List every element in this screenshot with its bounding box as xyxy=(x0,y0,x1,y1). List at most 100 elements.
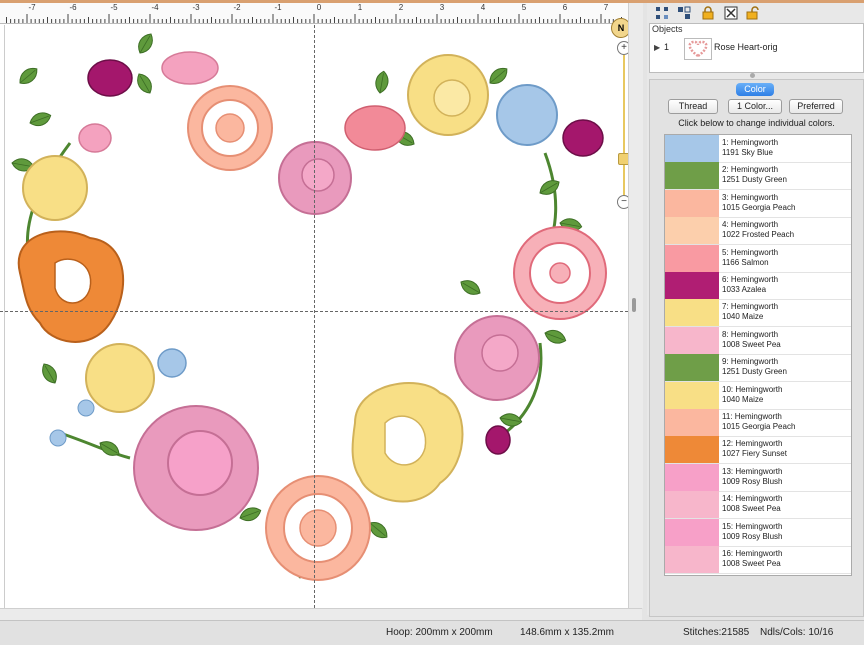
expand-arrow-icon[interactable]: ▶ xyxy=(654,43,660,52)
color-number-brand: 8: Hemingworth xyxy=(722,329,779,339)
color-thread-name: 1009 Rosy Blush xyxy=(722,476,783,486)
ruler-label: -7 xyxy=(28,3,36,12)
color-swatch[interactable] xyxy=(665,272,719,299)
color-thread-name: 1015 Georgia Peach xyxy=(722,202,796,212)
color-thread-name: 1008 Sweet Pea xyxy=(722,339,781,349)
color-number-brand: 1: Hemingworth xyxy=(722,138,779,147)
hoop-size: Hoop: 200mm x 200mm xyxy=(386,627,493,638)
object-row[interactable]: ▶ 1 Rose Heart-orig xyxy=(650,37,863,60)
color-row[interactable]: 2: Hemingworth 1251 Dusty Green xyxy=(665,162,851,191)
zoom-in-icon[interactable]: + xyxy=(617,41,628,55)
color-row[interactable]: 7: Hemingworth 1040 Maize xyxy=(665,299,851,328)
color-number-brand: 10: Hemingworth xyxy=(722,384,783,394)
color-label: 14: Hemingworth 1008 Sweet Pea xyxy=(722,494,782,514)
color-thread-name: 1033 Azalea xyxy=(722,285,767,294)
color-swatch[interactable] xyxy=(665,299,719,327)
color-swatch[interactable] xyxy=(665,162,719,190)
one-color-button[interactable]: 1 Color... xyxy=(728,99,782,114)
color-panel: Color Thread 1 Color... Preferred Click … xyxy=(649,79,864,617)
color-label: 9: Hemingworth 1251 Dusty Green xyxy=(722,357,787,377)
color-label: 13: Hemingworth 1009 Rosy Blush xyxy=(722,467,782,487)
objects-list: Objects ▶ 1 Rose Heart-orig xyxy=(649,23,864,73)
color-number-brand: 4: Hemingworth xyxy=(722,220,779,230)
ruler-label: -6 xyxy=(69,3,77,12)
color-swatch[interactable] xyxy=(665,436,719,464)
compass-north-icon[interactable]: N xyxy=(611,18,628,38)
color-swatch[interactable] xyxy=(665,189,719,217)
ruler-label: 3 xyxy=(439,3,445,12)
zoom-track xyxy=(623,55,625,199)
color-label: 8: Hemingworth 1008 Sweet Pea xyxy=(722,330,781,350)
ruler-label: -3 xyxy=(192,3,200,12)
color-thread-name: 1008 Sweet Pea xyxy=(722,559,781,568)
color-row[interactable]: 6: Hemingworth 1033 Azalea xyxy=(665,272,851,300)
ruler-label: -2 xyxy=(233,3,241,12)
color-swatch[interactable] xyxy=(665,244,719,272)
color-list[interactable]: 1: Hemingworth 1191 Sky Blue 2: Hemingwort… xyxy=(664,134,852,576)
color-row[interactable]: 11: Hemingworth 1015 Georgia Peach xyxy=(665,409,851,437)
hoop-edge-line xyxy=(4,25,5,608)
color-thread-name: 1027 Fiery Sunset xyxy=(722,449,787,459)
color-thread-name: 1022 Frosted Peach xyxy=(722,230,795,240)
color-row[interactable]: 9: Hemingworth 1251 Dusty Green xyxy=(665,354,851,383)
color-number-brand: 12: Hemingworth xyxy=(722,439,783,449)
ruler-label: 0 xyxy=(316,3,322,12)
color-row[interactable]: 1: Hemingworth 1191 Sky Blue xyxy=(665,135,851,163)
color-row[interactable]: 13: Hemingworth 1009 Rosy Blush xyxy=(665,463,851,492)
delete-icon[interactable] xyxy=(724,6,738,20)
color-label: 10: Hemingworth 1040 Maize xyxy=(722,385,782,405)
zoom-slider[interactable]: + − xyxy=(614,41,628,209)
unlock-icon[interactable] xyxy=(745,6,759,20)
color-number-brand: 6: Hemingworth xyxy=(722,275,779,284)
design-size: 148.6mm x 135.2mm xyxy=(520,627,614,638)
horizontal-ruler: -7 -6 -5 -4 -3 -2 -1 0 1 2 3 4 5 6 7 xyxy=(0,3,628,24)
design-canvas[interactable]: -7 -6 -5 -4 -3 -2 -1 0 1 2 3 4 5 6 7 N +… xyxy=(0,3,628,608)
thread-button[interactable]: Thread xyxy=(668,99,718,114)
color-swatch[interactable] xyxy=(665,491,719,519)
panel-splitter-handle[interactable] xyxy=(632,298,636,312)
object-toolbar xyxy=(647,3,864,23)
color-swatch[interactable] xyxy=(665,381,719,409)
color-row[interactable]: 5: Hemingworth 1166 Salmon xyxy=(665,244,851,273)
color-row[interactable]: 14: Hemingworth 1008 Sweet Pea xyxy=(665,491,851,520)
color-thread-name: 1015 Georgia Peach xyxy=(722,422,796,431)
ruler-label: -5 xyxy=(110,3,118,12)
color-row[interactable]: 3: Hemingworth 1015 Georgia Peach xyxy=(665,189,851,218)
stitch-count: Stitches:21585 xyxy=(683,627,750,638)
zoom-out-icon[interactable]: − xyxy=(617,195,628,209)
color-row[interactable]: 12: Hemingworth 1027 Fiery Sunset xyxy=(665,436,851,465)
color-number-brand: 13: Hemingworth xyxy=(722,466,783,476)
zoom-slider-handle[interactable] xyxy=(618,153,628,165)
color-swatch[interactable] xyxy=(665,518,719,546)
color-row[interactable]: 4: Hemingworth 1022 Frosted Peach xyxy=(665,217,851,246)
color-number-brand: 16: Hemingworth xyxy=(722,549,783,558)
color-swatch[interactable] xyxy=(665,546,719,573)
color-thread-name: 1251 Dusty Green xyxy=(722,367,787,377)
ruler-label: 6 xyxy=(562,3,568,12)
color-swatch[interactable] xyxy=(665,217,719,245)
color-swatch[interactable] xyxy=(665,326,719,354)
ruler-label: 5 xyxy=(521,3,527,12)
color-number-brand: 14: Hemingworth xyxy=(722,494,783,504)
lock-icon[interactable] xyxy=(701,6,715,20)
color-row[interactable]: 10: Hemingworth 1040 Maize xyxy=(665,381,851,410)
ruler-label: 1 xyxy=(357,3,363,12)
color-swatch[interactable] xyxy=(665,354,719,382)
color-row[interactable]: 16: Hemingworth 1008 Sweet Pea xyxy=(665,546,851,574)
color-label: 12: Hemingworth 1027 Fiery Sunset xyxy=(722,439,787,459)
ruler-label: -1 xyxy=(274,3,282,12)
color-tab[interactable]: Color xyxy=(736,83,774,96)
color-row[interactable]: 15: Hemingworth 1009 Rosy Blush xyxy=(665,518,851,547)
color-label: 15: Hemingworth 1009 Rosy Blush xyxy=(722,522,782,542)
group-icon[interactable] xyxy=(677,6,691,20)
color-row[interactable]: 8: Hemingworth 1008 Sweet Pea xyxy=(665,326,851,355)
color-number-brand: 11: Hemingworth xyxy=(722,412,782,421)
color-swatch[interactable] xyxy=(665,463,719,491)
color-thread-name: 1191 Sky Blue xyxy=(722,148,773,157)
color-swatch[interactable] xyxy=(665,135,719,162)
select-icon[interactable] xyxy=(655,6,669,20)
color-label: 2: Hemingworth 1251 Dusty Green xyxy=(722,165,787,185)
preferred-button[interactable]: Preferred xyxy=(789,99,843,114)
color-swatch[interactable] xyxy=(665,409,719,436)
panel-divider[interactable] xyxy=(750,73,755,78)
